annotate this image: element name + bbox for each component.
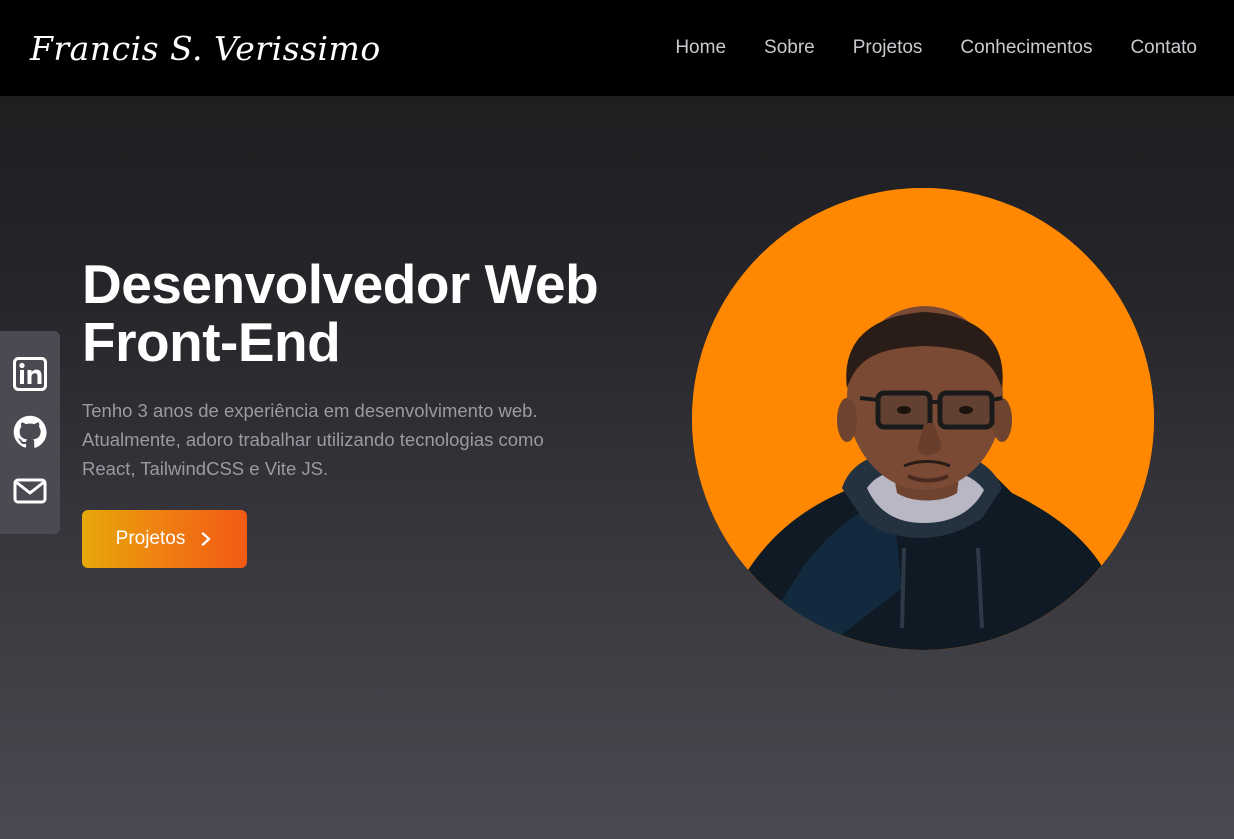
hero-title-line2: Front-End: [82, 311, 341, 373]
nav-item-projetos: Projetos: [853, 37, 923, 59]
linkedin-link[interactable]: [13, 357, 47, 392]
nav-link-conhecimentos[interactable]: Conhecimentos: [960, 37, 1092, 58]
nav-item-home: Home: [675, 37, 726, 59]
projects-button[interactable]: Projetos: [82, 510, 247, 568]
nav-link-home[interactable]: Home: [675, 37, 726, 58]
hero-title-line1: Desenvolvedor Web: [82, 253, 599, 315]
chevron-right-icon: [202, 532, 211, 546]
nav-link-contato[interactable]: Contato: [1130, 37, 1197, 58]
nav-item-contato: Contato: [1130, 37, 1197, 59]
mail-icon: [13, 478, 47, 504]
profile-photo: [692, 188, 1154, 650]
email-link[interactable]: [13, 474, 47, 508]
profile-avatar: [692, 188, 1154, 650]
nav-list: Home Sobre Projetos Conhecimentos Contat…: [675, 37, 1197, 59]
linkedin-icon: [13, 357, 47, 392]
github-link[interactable]: [13, 415, 47, 449]
github-icon: [13, 416, 47, 449]
projects-button-label: Projetos: [115, 528, 186, 549]
nav-link-sobre[interactable]: Sobre: [764, 37, 815, 58]
brand-logo[interactable]: Francis S. Verissimo: [30, 29, 381, 68]
nav-item-sobre: Sobre: [764, 37, 815, 59]
hero-description: Tenho 3 anos de experiência em desenvolv…: [82, 400, 544, 479]
hero-title: Desenvolvedor Web Front-End: [82, 255, 662, 371]
main-nav: Home Sobre Projetos Conhecimentos Contat…: [675, 37, 1197, 59]
navbar: Francis S. Verissimo Home Sobre Projetos…: [0, 0, 1234, 96]
nav-link-projetos[interactable]: Projetos: [853, 37, 923, 58]
social-sidebar: [0, 331, 60, 534]
nav-item-conhecimentos: Conhecimentos: [960, 37, 1092, 59]
hero-section: Desenvolvedor Web Front-End Tenho 3 anos…: [82, 255, 662, 483]
